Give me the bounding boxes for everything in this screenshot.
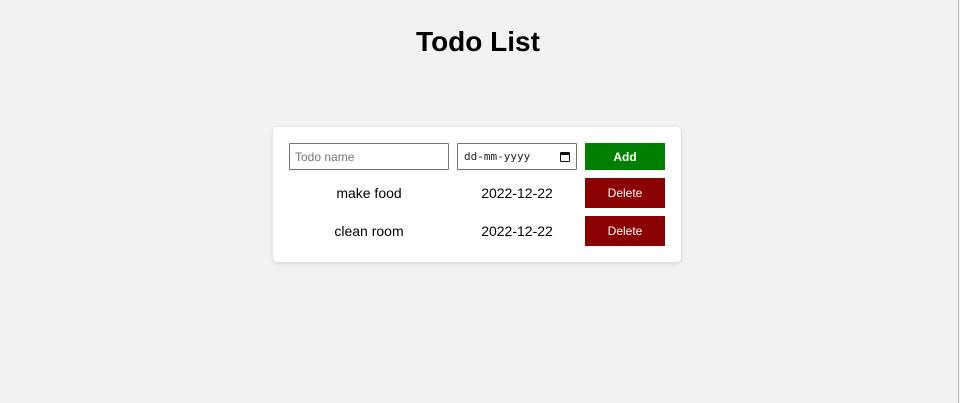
window-edge [958, 0, 959, 403]
todo-name-input[interactable] [289, 143, 449, 170]
page: Todo List dd-mm-yyyy Add make food 2022-… [0, 0, 960, 403]
todo-date-input[interactable]: dd-mm-yyyy [457, 143, 577, 170]
delete-button[interactable]: Delete [585, 216, 665, 246]
todo-row: clean room 2022-12-22 Delete [289, 216, 665, 246]
todo-input-row: dd-mm-yyyy Add [289, 143, 665, 171]
todo-name: clean room [334, 223, 404, 239]
todo-date: 2022-12-22 [481, 185, 553, 201]
todo-name: make food [336, 185, 402, 201]
add-button[interactable]: Add [585, 143, 665, 170]
date-placeholder: dd-mm-yyyy [464, 150, 531, 163]
todo-date: 2022-12-22 [481, 223, 553, 239]
todo-row: make food 2022-12-22 Delete [289, 178, 665, 208]
todo-card: dd-mm-yyyy Add make food 2022-12-22 Dele… [273, 127, 681, 262]
delete-button[interactable]: Delete [585, 178, 665, 208]
calendar-icon[interactable] [560, 151, 570, 162]
page-title: Todo List [416, 26, 540, 57]
